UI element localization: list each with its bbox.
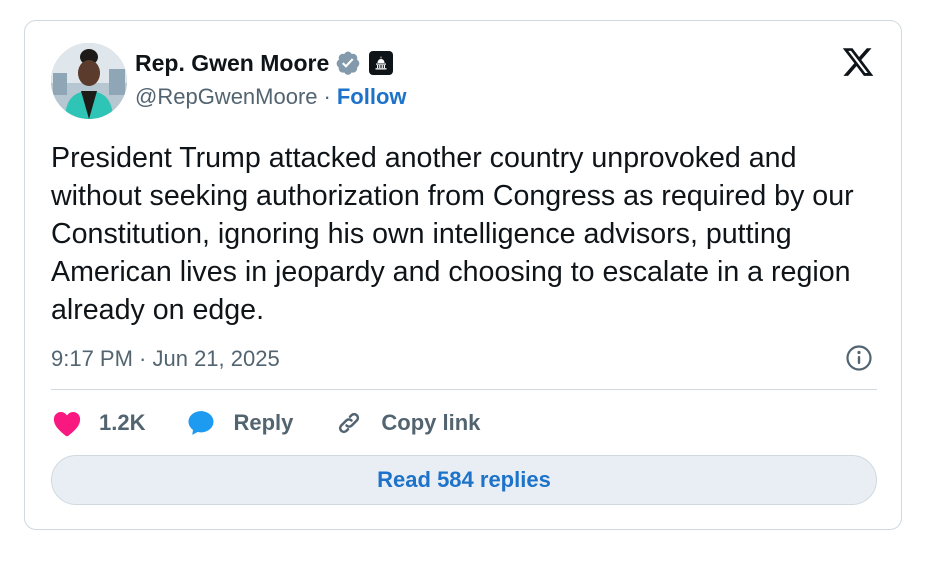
author-handle-row: @RepGwenMoore · Follow [135,83,407,111]
read-replies-button[interactable]: Read 584 replies [51,455,877,505]
verified-badge-icon [335,50,361,76]
copy-link-button[interactable]: Copy link [333,407,480,439]
author-avatar[interactable] [51,43,127,119]
reply-button[interactable]: Reply [185,407,293,439]
reply-bubble-icon [185,407,217,439]
link-icon [333,407,365,439]
tweet-timestamp[interactable]: 9:17 PM · Jun 21, 2025 [51,345,280,373]
divider [51,389,877,390]
reply-label: Reply [233,410,294,435]
author-name[interactable]: Rep. Gwen Moore [135,50,329,77]
tweet-actions: 1.2K Reply Copy link [51,407,480,439]
heart-icon [51,407,83,439]
tweet-text: President Trump attacked another country… [51,142,854,326]
x-logo-icon[interactable] [840,45,876,79]
follow-button[interactable]: Follow [337,84,407,110]
capitol-affiliation-icon[interactable] [369,51,394,75]
tweet-embed-card: Rep. Gwen Moore @RepGwenMoore · Follow P… [24,20,902,530]
author-name-row: Rep. Gwen Moore [135,49,394,77]
copy-link-label: Copy link [381,410,481,435]
info-icon[interactable] [845,344,873,372]
avatar-photo [51,43,127,119]
like-count: 1.2K [99,410,146,435]
handle-separator: · [323,84,331,109]
author-handle[interactable]: @RepGwenMoore [135,84,318,110]
like-button[interactable]: 1.2K [51,407,145,439]
